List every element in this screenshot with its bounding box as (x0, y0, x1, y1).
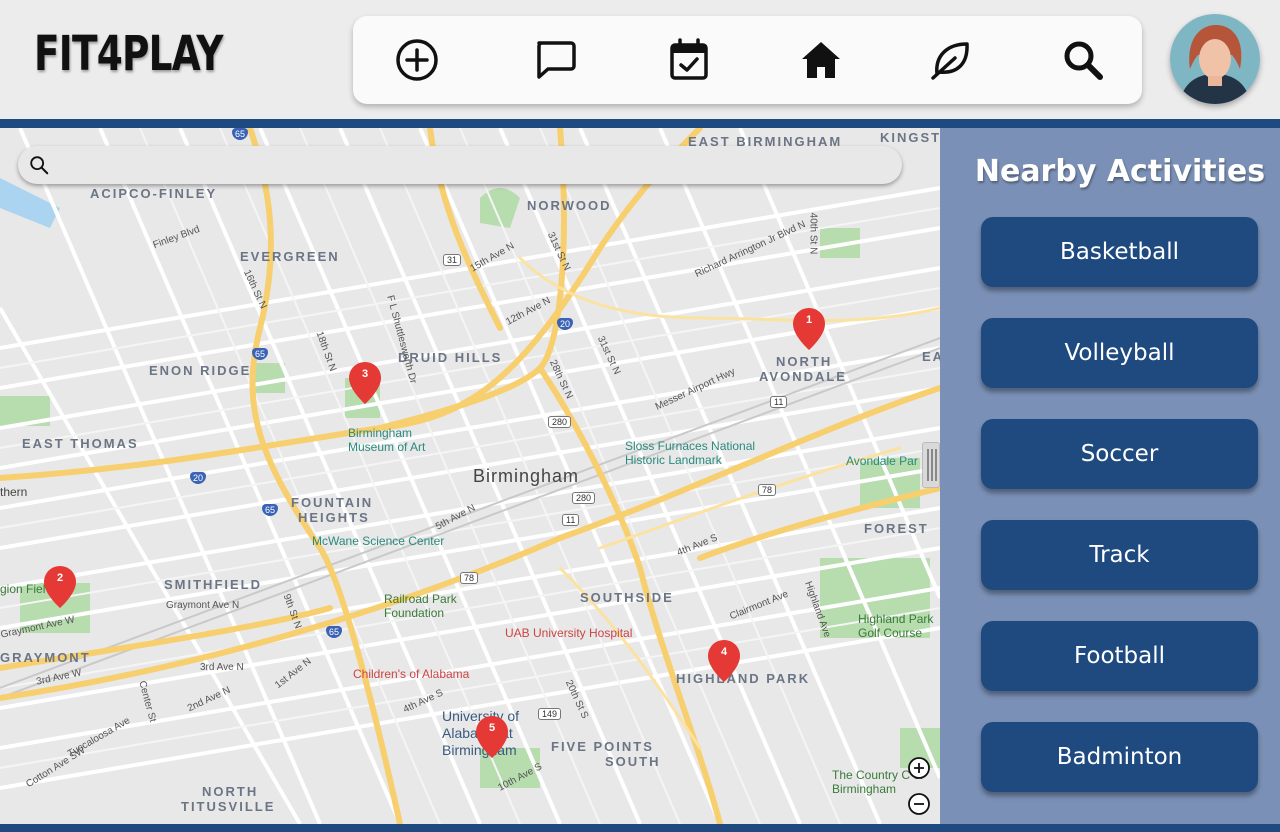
district-label: AVONDALE (759, 369, 847, 384)
activity-button-volleyball[interactable]: Volleyball (981, 318, 1258, 388)
route-shield: 280 (572, 492, 596, 504)
user-avatar[interactable] (1170, 14, 1260, 104)
district-label: KINGST (880, 130, 940, 145)
poi-label: Sloss Furnaces National Historic Landmar… (625, 439, 756, 467)
chat-bubble-icon (537, 41, 576, 79)
activity-pin-2[interactable]: 2 (43, 564, 77, 610)
leaf-button[interactable] (925, 34, 977, 86)
panel-title: Nearby Activities (974, 154, 1266, 189)
map-view[interactable]: EAST BIRMINGHAM KINGST ACIPCO-FINLEY NOR… (0, 128, 940, 824)
map-pin-icon (349, 362, 381, 404)
route-shield: 31 (443, 254, 462, 266)
home-button[interactable] (795, 34, 847, 86)
district-label: NORTH (202, 784, 259, 799)
zoom-in-icon[interactable] (907, 756, 931, 780)
activity-pin-4[interactable]: 4 (707, 638, 741, 684)
district-label: EA (922, 349, 940, 364)
district-label: HIGHLAND PARK (676, 671, 811, 686)
activity-pin-5[interactable]: 5 (475, 714, 509, 760)
top-toolbar (353, 16, 1142, 104)
poi-label: Children's of Alabama (353, 667, 470, 681)
street-label: 3rd Ave N (200, 662, 244, 673)
user-photo (1170, 14, 1260, 104)
district-label: HEIGHTS (298, 510, 370, 525)
activity-pin-1[interactable]: 1 (792, 306, 826, 352)
route-shield: 11 (562, 514, 580, 526)
pin-label: 3 (361, 368, 369, 380)
leaf-icon (931, 42, 969, 80)
poi-label: UAB University Hospital (505, 626, 633, 640)
district-label: GRAYMONT (0, 650, 91, 665)
district-label: FOUNTAIN (291, 495, 374, 510)
poi-label: Highland Park Golf Course (858, 612, 934, 640)
map-pin-icon (476, 716, 508, 758)
pin-label: 2 (56, 572, 64, 584)
district-label: TITUSVILLE (181, 799, 276, 814)
search-button[interactable] (1057, 34, 1109, 86)
district-label: FOREST (864, 521, 929, 536)
poi-label: thern (0, 485, 28, 499)
district-label: ENON RIDGE (149, 363, 252, 378)
district-label: FIVE POINTS (551, 739, 654, 754)
map-pin-icon (708, 640, 740, 682)
app-logo: FIT4PLAY (34, 26, 223, 82)
zoom-out-icon[interactable] (907, 792, 931, 816)
route-shield: 78 (460, 572, 479, 584)
district-label: SMITHFIELD (164, 577, 262, 592)
nearby-activities-panel: Nearby Activities Basketball Volleyball … (940, 128, 1280, 824)
home-icon (802, 42, 840, 78)
district-label: NORTH (776, 354, 833, 369)
city-label: Birmingham (473, 466, 580, 486)
messages-button[interactable] (529, 34, 581, 86)
calendar-button[interactable] (663, 34, 715, 86)
header-divider (0, 119, 1280, 128)
street-label: 40th St N (807, 212, 819, 255)
route-shield: 149 (538, 708, 562, 720)
add-button[interactable] (391, 34, 443, 86)
activity-button-basketball[interactable]: Basketball (981, 217, 1258, 287)
map-pin-icon (44, 566, 76, 608)
route-shield: 280 (548, 416, 572, 428)
search-icon (1064, 41, 1103, 80)
street-label: Graymont Ave N (166, 600, 240, 611)
map-drag-handle[interactable] (922, 442, 940, 488)
activity-button-badminton[interactable]: Badminton (981, 722, 1258, 792)
poi-label: McWane Science Center (312, 534, 445, 548)
footer-divider (0, 824, 1280, 832)
pin-label: 1 (805, 314, 813, 326)
map-search-bar (18, 146, 902, 184)
activity-button-football[interactable]: Football (981, 621, 1258, 691)
poi-label: Railroad Park Foundation (384, 592, 457, 620)
district-label: DRUID HILLS (398, 350, 503, 365)
district-label: ACIPCO-FINLEY (90, 186, 218, 201)
district-label: EAST THOMAS (22, 436, 139, 451)
district-label: SOUTHSIDE (580, 590, 674, 605)
pin-label: 5 (488, 722, 496, 734)
activity-pin-3[interactable]: 3 (348, 360, 382, 406)
plus-circle-icon (396, 39, 438, 81)
district-label: NORWOOD (527, 198, 612, 213)
route-shield: 11 (770, 396, 788, 408)
poi-label: gion Fiel (0, 582, 46, 596)
activity-button-track[interactable]: Track (981, 520, 1258, 590)
map-pin-icon (793, 308, 825, 350)
search-icon (30, 156, 49, 175)
poi-label: Avondale Par (846, 454, 918, 468)
district-label: EVERGREEN (240, 249, 340, 264)
map-search-input[interactable] (62, 146, 882, 184)
calendar-check-icon (670, 38, 708, 80)
route-shield: 78 (758, 484, 777, 496)
poi-label: Birmingham Museum of Art (348, 426, 426, 454)
activity-button-soccer[interactable]: Soccer (981, 419, 1258, 489)
pin-label: 4 (720, 646, 728, 658)
district-label: SOUTH (605, 754, 661, 769)
